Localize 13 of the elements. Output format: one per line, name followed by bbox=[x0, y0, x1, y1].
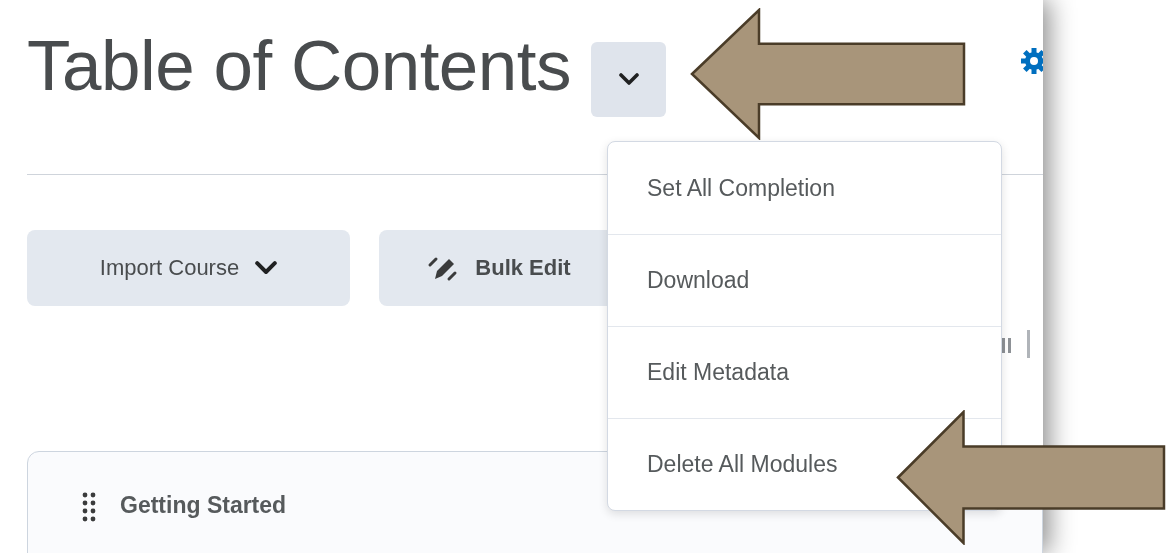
menu-toggle-button[interactable] bbox=[591, 42, 667, 117]
module-title[interactable]: Getting Started bbox=[120, 492, 287, 519]
drag-handle-icon[interactable] bbox=[82, 492, 96, 522]
menu-item[interactable]: Download bbox=[647, 267, 750, 294]
menu-item[interactable]: Edit Metadata bbox=[647, 359, 789, 386]
settings-icon[interactable] bbox=[1021, 48, 1043, 74]
chevron-down-icon bbox=[618, 73, 639, 86]
column-bars-icon bbox=[1000, 330, 1032, 358]
chevron-down-icon bbox=[255, 260, 278, 276]
page-title: Table of Contents bbox=[27, 30, 572, 101]
menu-item[interactable]: Set All Completion bbox=[647, 174, 835, 202]
menu-item[interactable]: Delete All Modules bbox=[647, 451, 838, 478]
import-course-button[interactable]: Import Course bbox=[27, 230, 350, 306]
